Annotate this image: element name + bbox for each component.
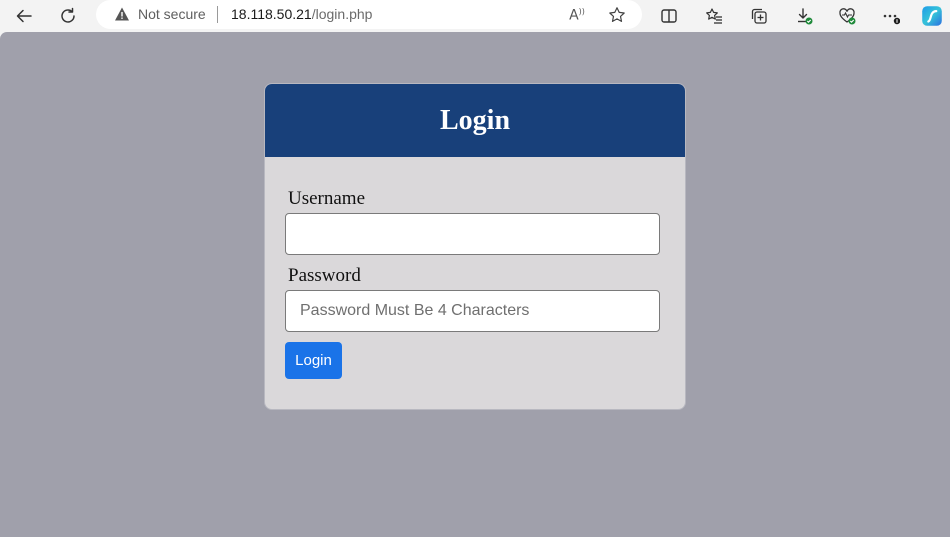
- favorites-icon: [706, 8, 722, 24]
- url-path: /login.php: [311, 6, 373, 22]
- copilot-icon: [922, 6, 942, 26]
- back-icon: [16, 9, 32, 23]
- favorites-button[interactable]: [700, 2, 728, 30]
- url-host: 18.118.50.21: [231, 6, 312, 22]
- collections-icon: [751, 8, 767, 24]
- downloads-icon: [798, 8, 813, 25]
- login-header: Login: [265, 84, 685, 157]
- read-aloud-icon: A)): [569, 6, 585, 24]
- refresh-icon: [61, 7, 75, 23]
- security-status-label[interactable]: Not secure: [138, 6, 206, 23]
- address-bar[interactable]: Not secure 18.118.50.21/login.php A)): [96, 0, 642, 29]
- add-favorite-button[interactable]: [606, 4, 628, 26]
- login-card: Login Username Password Login: [264, 83, 686, 410]
- more-button[interactable]: [877, 2, 905, 30]
- downloads-button[interactable]: [790, 2, 818, 30]
- url-text[interactable]: 18.118.50.21/login.php: [231, 6, 372, 23]
- username-input[interactable]: [285, 213, 660, 255]
- back-button[interactable]: [10, 2, 38, 30]
- page-viewport: Login Username Password Login: [0, 32, 950, 537]
- browser-toolbar: Not secure 18.118.50.21/login.php A)): [0, 0, 950, 32]
- password-input[interactable]: [285, 290, 660, 332]
- favorite-star-icon: [609, 7, 625, 22]
- more-icon: [883, 14, 900, 25]
- username-label: Username: [288, 188, 366, 209]
- collections-button[interactable]: [745, 2, 773, 30]
- browser-essentials-button[interactable]: [833, 2, 861, 30]
- login-button[interactable]: Login: [285, 342, 342, 379]
- copilot-button[interactable]: [918, 2, 946, 30]
- refresh-button[interactable]: [54, 2, 82, 30]
- split-screen-button[interactable]: [655, 2, 683, 30]
- password-label: Password: [288, 265, 361, 286]
- address-divider: [217, 6, 218, 23]
- read-aloud-button[interactable]: A)): [566, 4, 588, 26]
- warning-icon[interactable]: [114, 6, 130, 22]
- browser-essentials-icon: [839, 8, 856, 25]
- split-screen-icon: [661, 9, 677, 23]
- login-title: Login: [439, 104, 511, 136]
